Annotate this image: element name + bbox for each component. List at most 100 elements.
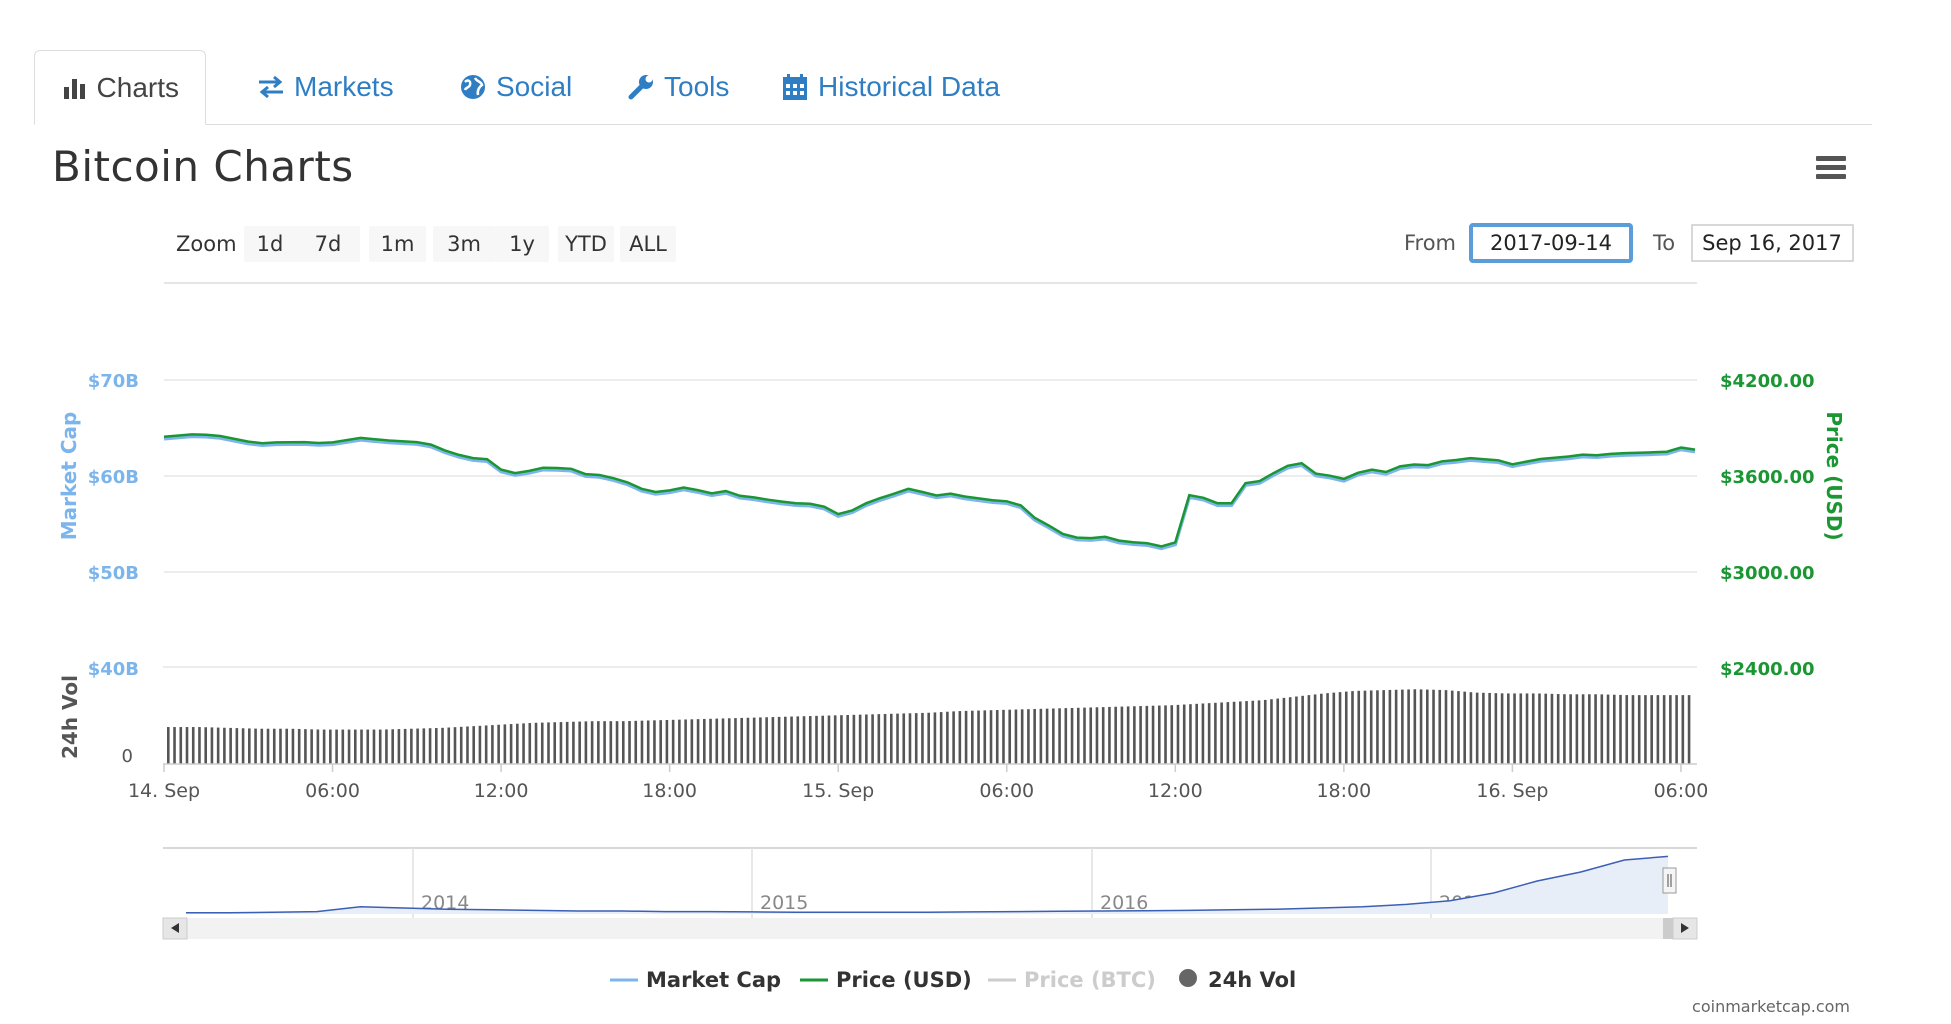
volume-bar [615,721,619,764]
volume-bar [453,727,457,764]
volume-bar [752,717,756,764]
zoom-button-7d[interactable]: 7d [296,226,360,262]
volume-bar [609,721,613,764]
chart-credit[interactable]: coinmarketcap.com [1692,997,1850,1016]
volume-bar [1444,690,1448,764]
volume-bar [1039,708,1043,764]
zoom-button-3m[interactable]: 3m [433,226,495,262]
volume-bar [1588,694,1591,764]
volume-bar [1095,707,1099,764]
volume-bar [1563,694,1566,764]
volume-bar [1176,704,1180,764]
volume-bar [534,722,538,764]
volume-bar [1120,706,1124,764]
volume-bar [1002,709,1005,764]
volume-bar [1045,708,1049,764]
volume-bar [927,712,930,764]
volume-bar [727,718,731,764]
x-tick-label: 06:00 [305,780,360,802]
volume-bar [1394,689,1398,764]
volume-bar [1263,699,1267,764]
volume-bar [1245,701,1248,764]
volume-bar [1145,705,1149,764]
volume-bar [671,719,675,764]
volume-bar [621,721,625,764]
volume-bar [372,729,376,764]
volume-bar [285,728,289,764]
volume-bar [235,728,239,764]
volume-bar [173,727,176,764]
zoom-button-1m[interactable]: 1m [369,226,426,262]
volume-bar [1581,694,1585,764]
volume-bar [416,728,419,764]
legend-symbol [1179,969,1197,987]
volume-bar [360,729,363,764]
volume-bar [304,729,307,764]
navigator-year-label: 2015 [760,892,808,914]
volume-bar [1469,692,1473,764]
volume-bar [185,727,189,764]
volume-bar [1556,694,1560,764]
volume-bar [310,729,313,764]
volume-bar [1239,701,1242,764]
volume-bar [1407,689,1410,764]
volume-bar [422,728,426,764]
volume-bar [827,715,831,764]
volume-bar [484,725,488,764]
zoom-button-all[interactable]: ALL [620,226,676,262]
volume-bar [1438,689,1442,764]
volume-bar [1463,691,1466,764]
zoom-button-label: 3m [447,232,481,256]
x-tick-label: 18:00 [1316,780,1371,802]
volume-bar [1662,695,1666,764]
volume-bar [397,729,401,764]
volume-bar [1201,703,1205,764]
volume-bar [547,722,550,764]
legend-item-24h-vol[interactable]: 24h Vol [1179,968,1296,992]
volume-bar [684,719,687,764]
volume-bar [254,728,257,764]
volume-bar [553,722,557,764]
navigator-handle[interactable] [1662,867,1677,894]
zoom-button-ytd[interactable]: YTD [558,226,614,262]
legend-item-price-usd[interactable]: Price (USD) [800,968,972,992]
volume-bar [746,717,750,764]
volume-bar [1326,693,1329,764]
volume-bar [709,718,712,764]
volume-bar [1382,690,1385,764]
legend-item-price-btc[interactable]: Price (BTC) [988,968,1156,992]
volume-bar [1625,695,1629,764]
zoom-button-1d[interactable]: 1d [244,226,296,262]
volume-bar [1550,693,1554,764]
volume-bar [266,728,270,764]
volume-bar [840,715,843,764]
volume-bar [509,724,513,764]
x-tick-label: 12:00 [1148,780,1203,802]
volume-bar [216,727,220,764]
zoom-button-1y[interactable]: 1y [495,226,549,262]
volume-bar [578,721,581,764]
volume-bar [248,728,251,764]
volume-bar [223,727,226,764]
volume-bar [466,726,469,764]
volume-bar [871,714,874,764]
volume-bar [410,728,413,764]
from-date-value: 2017-09-14 [1490,231,1612,255]
volume-bar [322,729,326,764]
volume-bar [1531,693,1535,764]
x-tick-label: 18:00 [642,780,697,802]
volume-bar [1332,692,1336,764]
volume-bar [1195,703,1198,764]
volume-bar [1338,692,1342,764]
x-tick-label: 12:00 [474,780,529,802]
right-axis-label: Price (USD) [1822,411,1846,540]
volume-bar [995,710,999,764]
x-tick-label: 06:00 [979,780,1034,802]
zoom-button-label: 1m [381,232,415,256]
volume-bar [1052,708,1055,764]
volume-bar [1151,705,1155,764]
volume-bar [1058,708,1061,764]
volume-bar [1270,699,1273,764]
legend-item-market-cap[interactable]: Market Cap [610,968,781,992]
volume-bar [272,728,276,764]
